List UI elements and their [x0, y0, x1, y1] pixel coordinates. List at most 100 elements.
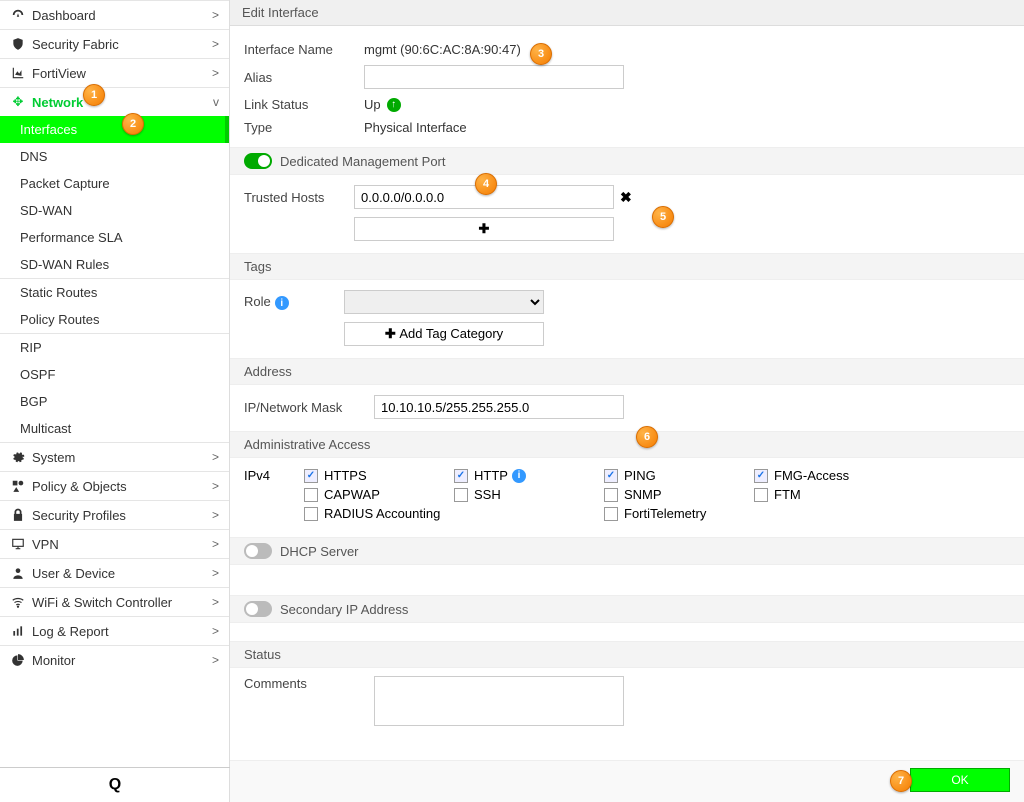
- checkbox-fmg-access[interactable]: [754, 469, 768, 483]
- chevron-right-icon: >: [212, 66, 219, 80]
- nav-user-device[interactable]: User & Device>: [0, 558, 229, 587]
- callout-1: 1: [83, 84, 105, 106]
- ipv4-label: IPv4: [244, 468, 304, 525]
- nav-label: Policy & Objects: [32, 479, 212, 494]
- sidebar-item-multicast[interactable]: Multicast: [0, 415, 229, 442]
- checkbox-label: FTM: [774, 487, 801, 502]
- sidebar-item-ospf[interactable]: OSPF: [0, 361, 229, 388]
- add-host-button[interactable]: ✚: [354, 217, 614, 241]
- checkbox-snmp[interactable]: [604, 488, 618, 502]
- sidebar-item-bgp[interactable]: BGP: [0, 388, 229, 415]
- callout-6: 6: [636, 426, 658, 448]
- nav-wifi-switch-controller[interactable]: WiFi & Switch Controller>: [0, 587, 229, 616]
- link-status-label: Link Status: [244, 97, 364, 112]
- user-icon: [10, 565, 26, 581]
- nav-policy-objects[interactable]: Policy & Objects>: [0, 471, 229, 500]
- nav-network[interactable]: ✥ Network v: [0, 87, 229, 116]
- sidebar-item-dns[interactable]: DNS: [0, 143, 229, 170]
- nav-log-report[interactable]: Log & Report>: [0, 616, 229, 645]
- sidebar-item-sd-wan[interactable]: SD-WAN: [0, 197, 229, 224]
- address-header: Address: [230, 358, 1024, 385]
- nav-fortiview[interactable]: FortiView >: [0, 58, 229, 87]
- dhcp-label: DHCP Server: [280, 544, 359, 559]
- shapes-icon: [10, 478, 26, 494]
- checkbox-ssh[interactable]: [454, 488, 468, 502]
- chevron-down-icon: v: [213, 95, 219, 109]
- nav-label: Security Fabric: [32, 37, 212, 52]
- chevron-right-icon: >: [212, 653, 219, 667]
- sidebar-item-interfaces[interactable]: Interfaces: [0, 116, 229, 143]
- nav-security-fabric[interactable]: Security Fabric >: [0, 29, 229, 58]
- chevron-right-icon: >: [212, 537, 219, 551]
- callout-2: 2: [122, 113, 144, 135]
- checkbox-http[interactable]: [454, 469, 468, 483]
- shield-icon: [10, 36, 26, 52]
- tachometer-icon: [10, 7, 26, 23]
- checkbox-label: HTTP: [474, 468, 508, 483]
- chevron-right-icon: >: [212, 624, 219, 638]
- callout-3: 3: [530, 43, 552, 65]
- nav-vpn[interactable]: VPN>: [0, 529, 229, 558]
- type-value: Physical Interface: [364, 120, 467, 135]
- add-tag-category-button[interactable]: ✚ Add Tag Category: [344, 322, 544, 346]
- status-header: Status: [230, 641, 1024, 668]
- nav-label: Network: [32, 95, 213, 110]
- nav-monitor[interactable]: Monitor>: [0, 645, 229, 674]
- dhcp-toggle[interactable]: [244, 543, 272, 559]
- sidebar-item-policy-routes[interactable]: Policy Routes: [0, 306, 229, 333]
- type-label: Type: [244, 120, 364, 135]
- sidebar-item-sd-wan-rules[interactable]: SD-WAN Rules: [0, 251, 229, 278]
- sidebar-item-performance-sla[interactable]: Performance SLA: [0, 224, 229, 251]
- info-icon[interactable]: i: [512, 469, 526, 483]
- checkbox-label: FMG-Access: [774, 468, 849, 483]
- info-icon[interactable]: i: [275, 296, 289, 310]
- nav-label: System: [32, 450, 212, 465]
- checkbox-https[interactable]: [304, 469, 318, 483]
- secondary-ip-label: Secondary IP Address: [280, 602, 408, 617]
- alias-label: Alias: [244, 70, 364, 85]
- trusted-hosts-label: Trusted Hosts: [244, 190, 354, 205]
- comments-input[interactable]: [374, 676, 624, 726]
- dedicated-label: Dedicated Management Port: [280, 154, 445, 169]
- checkbox-radius-accounting[interactable]: [304, 507, 318, 521]
- gear-icon: [10, 449, 26, 465]
- tags-header: Tags: [230, 253, 1024, 280]
- checkbox-label: PING: [624, 468, 656, 483]
- secondary-ip-toggle[interactable]: [244, 601, 272, 617]
- ok-button[interactable]: OK: [910, 768, 1010, 792]
- lock-icon: [10, 507, 26, 523]
- nav-system[interactable]: System>: [0, 442, 229, 471]
- nav-security-profiles[interactable]: Security Profiles>: [0, 500, 229, 529]
- chart-icon: [10, 65, 26, 81]
- checkbox-label: SSH: [474, 487, 501, 502]
- checkbox-capwap[interactable]: [304, 488, 318, 502]
- sidebar: Dashboard > Security Fabric > FortiView …: [0, 0, 230, 802]
- main-panel: Edit Interface Interface Name mgmt (90:6…: [230, 0, 1024, 802]
- page-title: Edit Interface: [230, 0, 1024, 26]
- checkbox-label: CAPWAP: [324, 487, 380, 502]
- checkbox-ftm[interactable]: [754, 488, 768, 502]
- checkbox-label: RADIUS Accounting: [324, 506, 440, 521]
- search-icon: Q: [109, 776, 121, 793]
- ip-mask-input[interactable]: [374, 395, 624, 419]
- sidebar-item-packet-capture[interactable]: Packet Capture: [0, 170, 229, 197]
- callout-4: 4: [475, 173, 497, 195]
- nav-dashboard[interactable]: Dashboard >: [0, 0, 229, 29]
- interface-name-label: Interface Name: [244, 42, 364, 57]
- remove-host-icon[interactable]: ✖: [620, 189, 632, 206]
- checkbox-label: FortiTelemetry: [624, 506, 706, 521]
- checkbox-ping[interactable]: [604, 469, 618, 483]
- sidebar-item-static-routes[interactable]: Static Routes: [0, 278, 229, 306]
- checkbox-fortitelemetry[interactable]: [604, 507, 618, 521]
- alias-input[interactable]: [364, 65, 624, 89]
- dedicated-toggle[interactable]: [244, 153, 272, 169]
- checkbox-label: SNMP: [624, 487, 662, 502]
- role-select[interactable]: [344, 290, 544, 314]
- sidebar-item-rip[interactable]: RIP: [0, 333, 229, 361]
- monitor-icon: [10, 536, 26, 552]
- comments-label: Comments: [244, 676, 374, 691]
- search-button[interactable]: Q: [0, 767, 230, 802]
- arrows-icon: ✥: [10, 94, 26, 110]
- chevron-right-icon: >: [212, 566, 219, 580]
- bars-icon: [10, 623, 26, 639]
